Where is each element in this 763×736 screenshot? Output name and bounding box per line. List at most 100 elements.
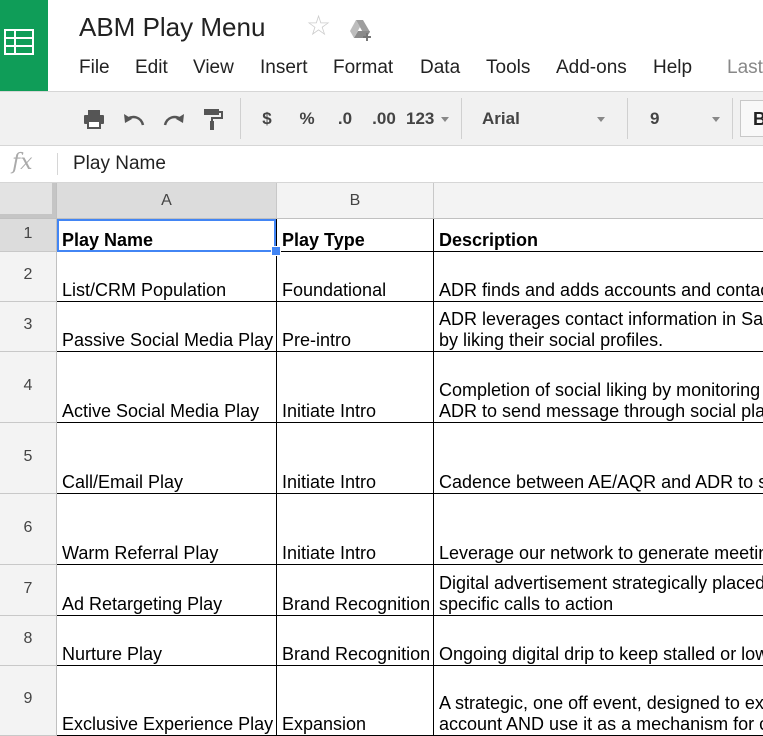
cell-play-name[interactable]: List/CRM Population — [57, 252, 277, 302]
cell-description[interactable]: Ongoing digital drip to keep stalled or … — [434, 616, 763, 666]
cell-description[interactable]: Digital advertisement strategically plac… — [434, 565, 763, 616]
cell-play-type[interactable]: Brand Recognition — [277, 565, 434, 616]
cell-play-name[interactable]: Call/Email Play — [57, 423, 277, 494]
decrease-decimal-label: .0 — [337, 108, 353, 128]
cell-play-name[interactable]: Ad Retargeting Play — [57, 565, 277, 616]
menu-view[interactable]: View — [193, 57, 234, 79]
document-title[interactable]: ABM Play Menu — [79, 12, 265, 43]
cell-play-type[interactable]: Pre-intro — [277, 302, 434, 352]
menu-data[interactable]: Data — [420, 57, 460, 79]
select-all-corner[interactable] — [0, 183, 57, 219]
number-format-label: 123 — [406, 108, 435, 128]
menu-edit[interactable]: Edit — [135, 57, 168, 79]
cell-description[interactable]: Completion of social liking by monitorin… — [434, 352, 763, 423]
menu-help[interactable]: Help — [653, 57, 692, 79]
undo-icon[interactable] — [120, 92, 148, 145]
toolbar-separator — [732, 98, 733, 139]
toolbar-separator — [240, 98, 241, 139]
row-header[interactable]: 6 — [0, 494, 57, 565]
cell-text-line: Warm Referral Play — [62, 543, 219, 563]
chevron-down-icon — [441, 117, 449, 122]
font-family-dropdown[interactable]: Arial — [482, 92, 612, 145]
column-header-b[interactable]: B — [277, 183, 434, 219]
formula-separator — [57, 153, 58, 175]
redo-icon[interactable] — [160, 92, 188, 145]
decrease-decimal-button[interactable]: .0 — [330, 92, 360, 145]
cell-play-type[interactable]: Initiate Intro — [277, 423, 434, 494]
star-icon[interactable]: ☆ — [306, 12, 331, 40]
cell-play-type[interactable]: Foundational — [277, 252, 434, 302]
chevron-down-icon — [597, 117, 605, 122]
menu-insert[interactable]: Insert — [260, 57, 308, 79]
row-header[interactable]: 2 — [0, 252, 57, 302]
last-edit-link[interactable]: Last — [727, 57, 763, 79]
cell-description[interactable]: ADR finds and adds accounts and contac — [434, 252, 763, 302]
cell-play-type[interactable]: Initiate Intro — [277, 494, 434, 565]
cell-play-name[interactable]: Active Social Media Play — [57, 352, 277, 423]
cell-text-line: Brand Recognition — [282, 594, 431, 614]
cell-text-line: specific calls to action — [439, 594, 614, 614]
cell-text-line: List/CRM Population — [62, 280, 227, 300]
cell-text-line: Pre-intro — [282, 330, 352, 350]
cell-play-type[interactable]: Brand Recognition — [277, 616, 434, 666]
currency-format-button[interactable]: $ — [256, 92, 278, 145]
column-header-c[interactable] — [434, 183, 763, 219]
cell-text-line: Call/Email Play — [62, 472, 184, 492]
cell-text-line: account AND use it as a mechanism for c — [439, 714, 763, 734]
row-header[interactable]: 7 — [0, 565, 57, 616]
cell-text-line: Initiate Intro — [282, 543, 377, 563]
cell-text-line: Nurture Play — [62, 644, 163, 664]
cell-text-line: Cadence between AE/AQR and ADR to s — [439, 472, 763, 492]
cell-play-type[interactable]: Initiate Intro — [277, 352, 434, 423]
menu-tools[interactable]: Tools — [486, 57, 530, 79]
cell-description[interactable]: Cadence between AE/AQR and ADR to s — [434, 423, 763, 494]
percent-format-button[interactable]: % — [294, 92, 320, 145]
cell-text-line: Completion of social liking by monitorin… — [439, 380, 763, 400]
cell-text-line: Digital advertisement strategically plac… — [439, 573, 763, 593]
row-header[interactable]: 5 — [0, 423, 57, 494]
sheets-logo-icon — [4, 29, 34, 55]
cell-text-line: ADR finds and adds accounts and contac — [439, 280, 763, 300]
drive-share-icon[interactable] — [349, 18, 375, 47]
cell-description[interactable]: Description — [434, 219, 763, 252]
increase-decimal-label: .00 — [372, 108, 396, 128]
cell-text-line: ADR to send message through social plat — [439, 401, 763, 421]
cell-text-line: Ongoing digital drip to keep stalled or … — [439, 644, 763, 664]
print-icon[interactable] — [80, 92, 108, 145]
cell-description[interactable]: Leverage our network to generate meetin — [434, 494, 763, 565]
menu-format[interactable]: Format — [333, 57, 393, 79]
cell-play-type[interactable]: Play Type — [277, 219, 434, 252]
toolbar-separator — [461, 98, 462, 139]
font-size-dropdown[interactable]: 9 — [650, 92, 720, 145]
fill-handle[interactable] — [271, 246, 281, 256]
cell-text-line: Play Type — [282, 230, 365, 250]
increase-decimal-button[interactable]: .00 — [368, 92, 400, 145]
toolbar-separator — [627, 98, 628, 139]
cell-text-line: Foundational — [282, 280, 387, 300]
formula-input[interactable]: Play Name — [73, 153, 166, 175]
cell-text-line: Leverage our network to generate meetin — [439, 543, 763, 563]
paint-format-icon[interactable] — [199, 92, 227, 145]
menu-addons[interactable]: Add-ons — [556, 57, 627, 79]
cell-play-name[interactable]: Nurture Play — [57, 616, 277, 666]
sheets-logo[interactable] — [0, 0, 48, 91]
bold-button[interactable]: B — [740, 100, 763, 137]
cell-description[interactable]: ADR leverages contact information in Sal… — [434, 302, 763, 352]
column-header-a[interactable]: A — [57, 183, 277, 219]
cell-play-name[interactable]: Passive Social Media Play — [57, 302, 277, 352]
cell-text-line: Passive Social Media Play — [62, 330, 274, 350]
cell-text-line: Initiate Intro — [282, 401, 377, 421]
row-header[interactable]: 1 — [0, 219, 57, 252]
cell-text-line: Initiate Intro — [282, 472, 377, 492]
row-header[interactable]: 4 — [0, 352, 57, 423]
menu-file[interactable]: File — [79, 57, 110, 79]
row-header[interactable]: 3 — [0, 302, 57, 352]
cell-play-name[interactable]: Play Name — [57, 219, 277, 252]
cell-text-line: ADR leverages contact information in Sal — [439, 309, 763, 329]
row-header[interactable]: 8 — [0, 616, 57, 666]
cell-text-line: Play Name — [62, 230, 154, 250]
cell-text-line: A strategic, one off event, designed to … — [439, 693, 763, 713]
toolbar: $ % .0 .00 123 Arial 9 B — [0, 91, 763, 146]
cell-play-name[interactable]: Warm Referral Play — [57, 494, 277, 565]
cell-text-line: Exclusive Experience Play — [62, 714, 274, 734]
